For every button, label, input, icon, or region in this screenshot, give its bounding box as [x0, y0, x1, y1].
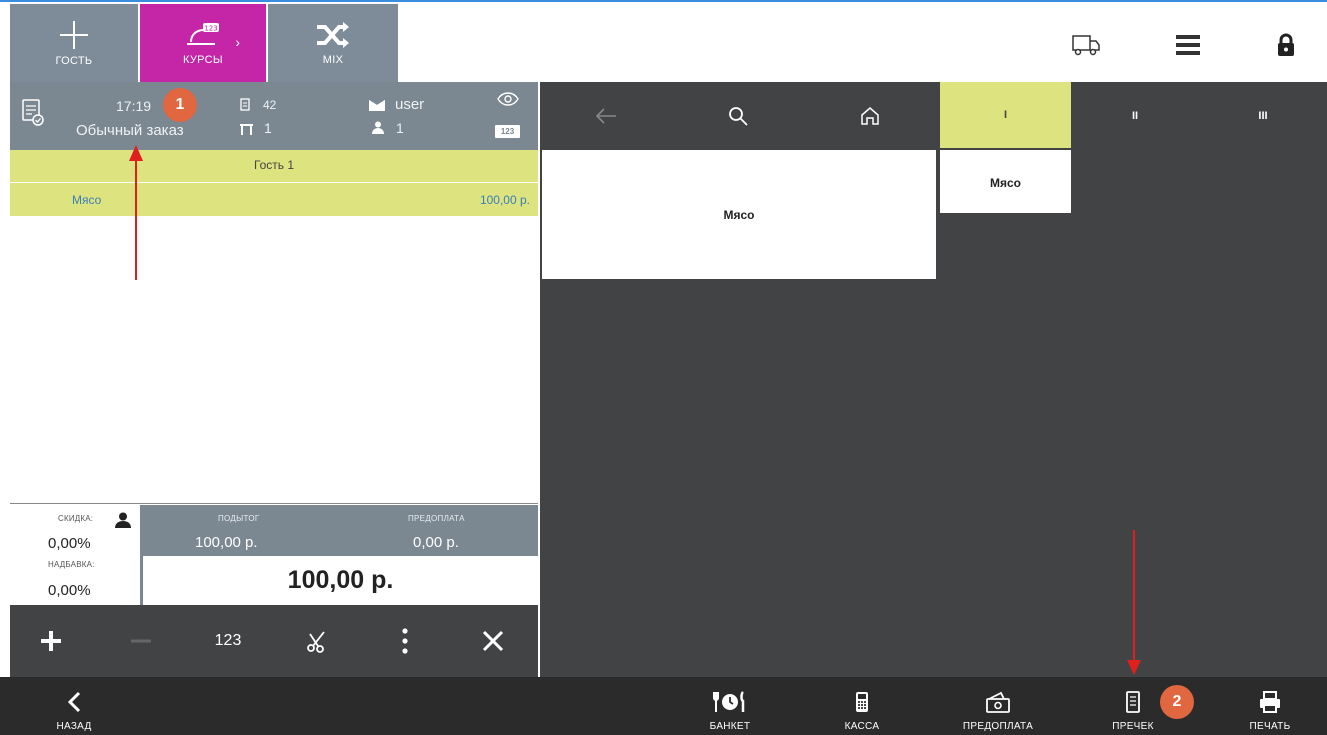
- waiter-name: user: [395, 96, 425, 113]
- courses-label: КУРСЫ: [183, 54, 223, 66]
- arrow-left-icon: [595, 108, 616, 124]
- banquet-button[interactable]: БАНКЕТ: [690, 677, 770, 735]
- prepay-value: 0,00 р.: [413, 534, 459, 551]
- discount-label: СКИДКА:: [58, 514, 94, 523]
- home-button[interactable]: [804, 82, 936, 150]
- order-number-icon: [240, 98, 250, 111]
- courses-button[interactable]: 123 КУРСЫ ›: [140, 4, 266, 82]
- courses-icon-badge: 123: [204, 25, 217, 33]
- order-item-row[interactable]: Мясо 100,00 р.: [10, 183, 538, 216]
- guest-count: 1: [396, 120, 404, 136]
- increase-quantity-button[interactable]: [36, 619, 66, 663]
- search-icon: [729, 107, 748, 126]
- numbers-badge-icon[interactable]: 123: [495, 125, 520, 138]
- add-guest-label: ГОСТЬ: [55, 55, 93, 67]
- waiter-icon: [368, 98, 386, 111]
- precheck-label: ПРЕЧЕК: [1112, 721, 1154, 732]
- annotation-arrowhead-down: [1127, 660, 1141, 675]
- annotation-marker-1: 1: [163, 88, 197, 122]
- order-time: 17:19: [116, 98, 152, 114]
- banquet-icon: [713, 691, 745, 712]
- courses-plate-icon: 123: [187, 23, 219, 45]
- menu-category-tile[interactable]: Мясо: [542, 150, 936, 279]
- course-tab-1[interactable]: I: [940, 82, 1071, 148]
- precheck-button[interactable]: ПРЕЧЕК: [1098, 677, 1168, 735]
- order-item-price: 100,00 р.: [479, 193, 530, 207]
- scissors-icon: [307, 631, 325, 653]
- order-list: Гость 1 Мясо 100,00 р.: [10, 150, 538, 504]
- back-button[interactable]: НАЗАД: [34, 677, 114, 735]
- order-header[interactable]: 17:19 1 Обычный заказ 42 1 user 1 123: [10, 82, 538, 150]
- annotation-arrow-2: [1133, 530, 1135, 664]
- markup-label: НАДБАВКА:: [48, 560, 95, 569]
- annotation-arrowhead-up: [129, 145, 143, 161]
- totals-panel: СКИДКА: 0,00% НАДБАВКА: 0,00% ПОДЫТОГ 10…: [10, 505, 538, 605]
- top-bar: ГОСТЬ 123 КУРСЫ › MIX: [0, 0, 1327, 82]
- order-tools-bar: 123: [10, 605, 538, 677]
- more-vertical-icon: [402, 628, 408, 654]
- minus-icon: [131, 639, 151, 643]
- course-tab-2[interactable]: II: [1071, 82, 1199, 150]
- delivery-truck-icon[interactable]: [1071, 30, 1101, 60]
- lock-icon[interactable]: [1271, 30, 1301, 60]
- annotation-arrow-1: [135, 158, 137, 280]
- discount-markup-box[interactable]: СКИДКА: 0,00% НАДБАВКА: 0,00%: [10, 505, 140, 605]
- order-type: Обычный заказ: [76, 122, 184, 139]
- menu-area: I II III Мясо Мясо: [540, 82, 1327, 677]
- printer-icon: [1260, 691, 1280, 713]
- numpad-button[interactable]: 123: [208, 619, 248, 663]
- plus-icon: [60, 21, 88, 49]
- guest-group-header[interactable]: Гость 1: [10, 150, 538, 183]
- mix-label: MIX: [322, 54, 344, 66]
- cash-register-label: КАССА: [844, 721, 880, 732]
- more-options-button[interactable]: [390, 619, 420, 663]
- menu-hamburger-icon[interactable]: [1173, 30, 1203, 60]
- split-button[interactable]: [302, 619, 332, 663]
- subtotal-value: 100,00 р.: [195, 534, 258, 551]
- person-discount-icon[interactable]: [115, 512, 131, 528]
- subtotal-label: ПОДЫТОГ: [218, 514, 260, 523]
- course-tab-3[interactable]: III: [1199, 82, 1327, 150]
- money-icon: [986, 691, 1010, 713]
- chevron-right-icon: ›: [235, 34, 240, 50]
- close-icon: [482, 630, 504, 652]
- shuffle-icon: [317, 22, 349, 48]
- plus-icon: [41, 631, 61, 651]
- chevron-left-icon: [67, 691, 81, 713]
- order-item-name: Мясо: [72, 193, 102, 207]
- prepayment-button[interactable]: ПРЕДОПЛАТА: [948, 677, 1048, 735]
- cash-register-button[interactable]: КАССА: [822, 677, 902, 735]
- grand-total: 100,00 р.: [143, 556, 538, 605]
- back-label: НАЗАД: [56, 721, 92, 732]
- back-nav-button[interactable]: [540, 82, 672, 150]
- banquet-label: БАНКЕТ: [709, 721, 751, 732]
- table-icon: [240, 124, 253, 135]
- table-number: 1: [264, 120, 272, 136]
- mix-button[interactable]: MIX: [268, 4, 398, 82]
- bottom-bar: НАЗАД БАНКЕТ КАССА ПРЕДОПЛАТА ПРЕЧЕК 2 П…: [0, 677, 1327, 735]
- markup-value: 0,00%: [48, 582, 91, 599]
- calculator-icon: [856, 692, 868, 712]
- receipt-icon: [1126, 691, 1140, 713]
- discount-value: 0,00%: [48, 535, 91, 552]
- guest-person-icon: [372, 121, 384, 134]
- prepayment-label: ПРЕДОПЛАТА: [962, 721, 1034, 732]
- home-icon: [861, 107, 879, 125]
- delete-item-button[interactable]: [478, 619, 508, 663]
- print-button[interactable]: ПЕЧАТЬ: [1230, 677, 1310, 735]
- search-button[interactable]: [672, 82, 804, 150]
- course-item-tile[interactable]: Мясо: [940, 150, 1071, 213]
- annotation-marker-2: 2: [1160, 685, 1194, 719]
- order-number: 42: [263, 98, 277, 112]
- add-guest-button[interactable]: ГОСТЬ: [10, 4, 138, 82]
- eye-icon[interactable]: [497, 92, 519, 106]
- order-status-icon: [22, 99, 44, 126]
- prepay-label: ПРЕДОПЛАТА: [408, 514, 465, 523]
- print-label: ПЕЧАТЬ: [1249, 721, 1291, 732]
- decrease-quantity-button[interactable]: [126, 619, 156, 663]
